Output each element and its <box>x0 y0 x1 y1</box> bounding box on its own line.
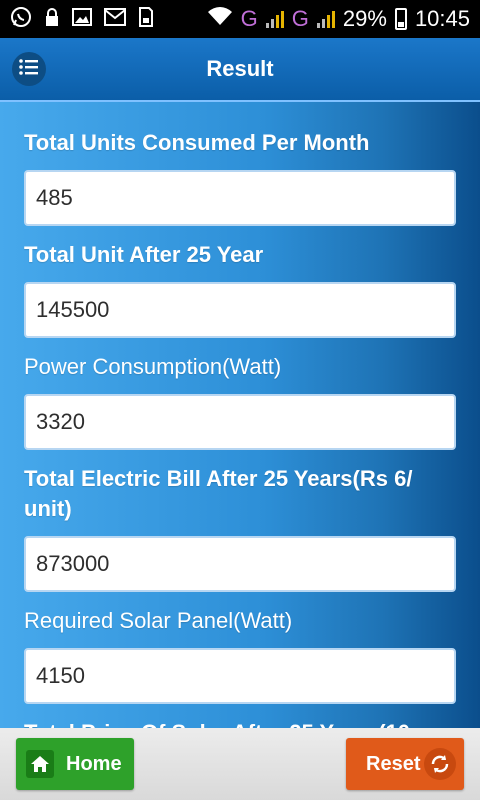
image-icon <box>72 7 92 31</box>
power-consumption-field[interactable] <box>24 394 456 450</box>
field-label-power-consumption: Power Consumption(Watt) <box>24 354 282 379</box>
unit-after-25-year-field[interactable] <box>24 282 456 338</box>
reset-button[interactable]: Reset <box>346 738 464 790</box>
status-right-icons: G G 29% 10:45 <box>207 6 470 32</box>
field-label-units-per-month: Total Units Consumed Per Month <box>24 130 370 155</box>
field-label-electric-bill: Total Electric Bill After 25 Years(Rs 6/… <box>24 466 413 521</box>
required-solar-panel-field[interactable] <box>24 648 456 704</box>
menu-button[interactable] <box>12 52 46 86</box>
home-icon <box>26 750 54 778</box>
lock-icon <box>44 7 60 32</box>
bottom-action-bar: Home Reset <box>0 728 480 800</box>
result-form: Total Units Consumed Per Month Total Uni… <box>0 102 480 728</box>
signal-strength-1-icon <box>265 10 284 28</box>
status-left-icons <box>10 6 154 33</box>
whatsapp-icon <box>10 6 32 33</box>
field-label-solar-price: Total Price Of Solar After 25 Years(10 <box>24 718 456 728</box>
clock-time: 10:45 <box>414 6 470 31</box>
status-bar: G G 29% 10:45 <box>0 0 480 38</box>
app-header: Result <box>0 38 480 102</box>
home-button-label: Home <box>66 752 122 775</box>
network-type-1: G <box>240 6 258 31</box>
result-content[interactable]: Total Units Consumed Per Month Total Uni… <box>0 102 480 728</box>
network-type-2: G <box>291 6 309 31</box>
wifi-icon <box>207 6 233 32</box>
units-per-month-field[interactable] <box>24 170 456 226</box>
field-label-required-solar-panel: Required Solar Panel(Watt) <box>24 608 293 633</box>
page-title: Result <box>206 56 274 81</box>
electric-bill-field[interactable] <box>24 536 456 592</box>
list-menu-icon <box>19 58 39 80</box>
storage-icon <box>138 6 154 32</box>
reset-button-label: Reset <box>366 752 421 775</box>
home-button[interactable]: Home <box>16 738 134 790</box>
signal-strength-2-icon <box>316 10 335 28</box>
refresh-icon <box>424 748 456 780</box>
battery-percent: 29% <box>342 6 387 31</box>
gmail-icon <box>104 7 126 31</box>
battery-icon <box>394 8 407 30</box>
field-label-unit-after-25-year: Total Unit After 25 Year <box>24 242 264 267</box>
